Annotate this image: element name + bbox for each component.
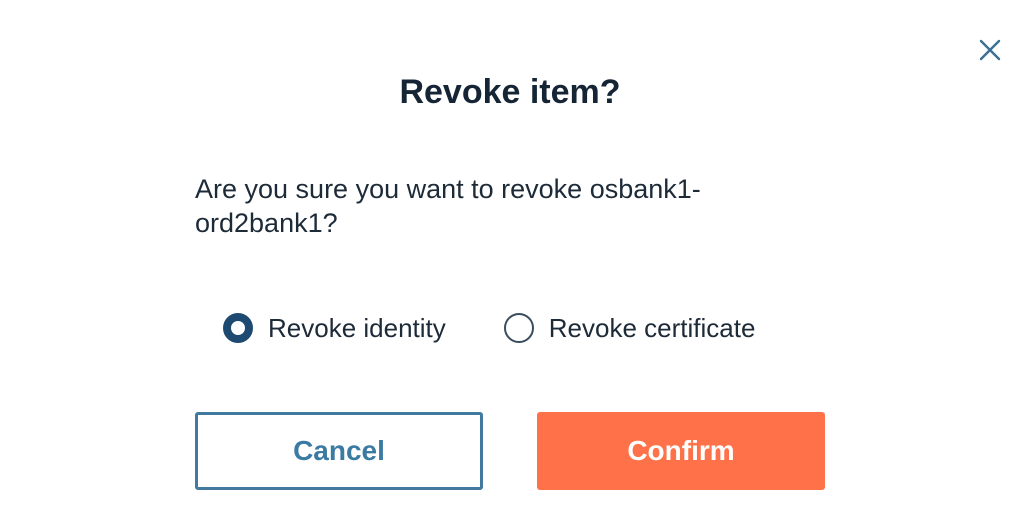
radio-revoke-identity[interactable]: [223, 313, 253, 343]
revoke-options-radio-group: Revoke identity Revoke certificate: [223, 308, 755, 348]
option-revoke-certificate[interactable]: Revoke certificate: [503, 313, 756, 344]
option-revoke-identity-label[interactable]: Revoke identity: [268, 313, 446, 344]
option-revoke-certificate-label[interactable]: Revoke certificate: [549, 313, 756, 344]
close-button[interactable]: [974, 34, 1006, 66]
confirm-button[interactable]: Confirm: [537, 412, 825, 490]
dialog-title: Revoke item?: [399, 73, 621, 111]
revoke-dialog: Revoke item? Are you sure you want to re…: [0, 0, 1036, 532]
option-revoke-identity[interactable]: Revoke identity: [223, 313, 446, 344]
radio-revoke-certificate[interactable]: [503, 313, 534, 343]
cancel-button[interactable]: Cancel: [195, 412, 483, 490]
dialog-message: Are you sure you want to revoke osbank1-…: [195, 174, 701, 238]
close-icon[interactable]: [978, 38, 1002, 62]
